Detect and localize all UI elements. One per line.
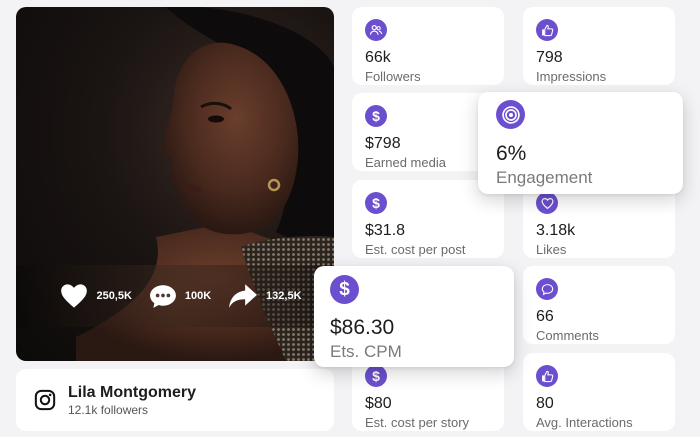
metric-value: 3.18k: [536, 222, 576, 239]
cpm-label: Ets. CPM: [330, 342, 402, 361]
dollar-icon: $: [330, 275, 359, 304]
dollar-icon: $: [365, 105, 387, 127]
post-photo[interactable]: 250,5K 100K 132,5K: [16, 7, 334, 361]
post-stats-bar: 250,5K 100K 132,5K: [16, 265, 334, 327]
metric-value: 66k: [365, 49, 391, 66]
metric-label: Comments: [536, 328, 599, 343]
metric-label: Est. cost per story: [365, 415, 470, 430]
shares-stat[interactable]: 132,5K: [228, 283, 302, 309]
profile-card[interactable]: Lila Montgomery 12.1k followers: [16, 369, 334, 431]
metric-label: Avg. Interactions: [536, 415, 633, 430]
metric-value: $80: [365, 395, 392, 412]
metric-value: 798: [536, 49, 563, 66]
metric-value: 80: [536, 395, 554, 412]
likes-count: 250,5K: [96, 290, 132, 302]
comment-bubble-icon: [149, 285, 176, 308]
instagram-icon: [34, 389, 56, 411]
engagement-value: 6%: [496, 142, 527, 165]
metric-label: Followers: [365, 69, 421, 84]
metric-value: 66: [536, 308, 554, 325]
target-icon: [496, 100, 525, 129]
cpm-value: $86.30: [330, 316, 395, 339]
profile-followers: 12.1k followers: [68, 402, 149, 417]
dollar-icon: $: [365, 192, 387, 214]
shares-count: 132,5K: [266, 290, 302, 302]
metric-label: Earned media: [365, 155, 446, 170]
heart-icon: [61, 284, 88, 308]
comments-stat[interactable]: 100K: [149, 283, 211, 309]
engagement-label: Engagement: [496, 168, 593, 187]
likes-stat[interactable]: 250,5K: [60, 283, 132, 309]
share-arrow-icon: [229, 284, 257, 308]
thumbs-up-icon: [536, 19, 558, 41]
metric-label: Impressions: [536, 69, 607, 84]
dollar-icon: $: [365, 365, 387, 387]
profile-name: Lila Montgomery: [68, 383, 197, 401]
metric-avg-interactions: 80 Avg. Interactions: [523, 353, 675, 431]
comments-count: 100K: [184, 290, 212, 302]
metric-comments: 66 Comments: [523, 266, 675, 344]
engagement-card[interactable]: 6% Engagement: [478, 92, 683, 194]
metric-value: $798: [365, 135, 401, 152]
comment-icon: [536, 278, 558, 300]
metric-value: $31.8: [365, 222, 406, 239]
thumbs-up-icon: [536, 365, 558, 387]
metric-followers: 66k Followers: [352, 7, 504, 85]
metric-impressions: 798 Impressions: [523, 7, 675, 85]
heart-icon: [536, 192, 558, 214]
metric-label: Est. cost per post: [365, 242, 466, 257]
metric-label: Likes: [536, 242, 567, 257]
cpm-card[interactable]: $ $86.30 Ets. CPM: [314, 266, 514, 367]
users-icon: [365, 19, 387, 41]
